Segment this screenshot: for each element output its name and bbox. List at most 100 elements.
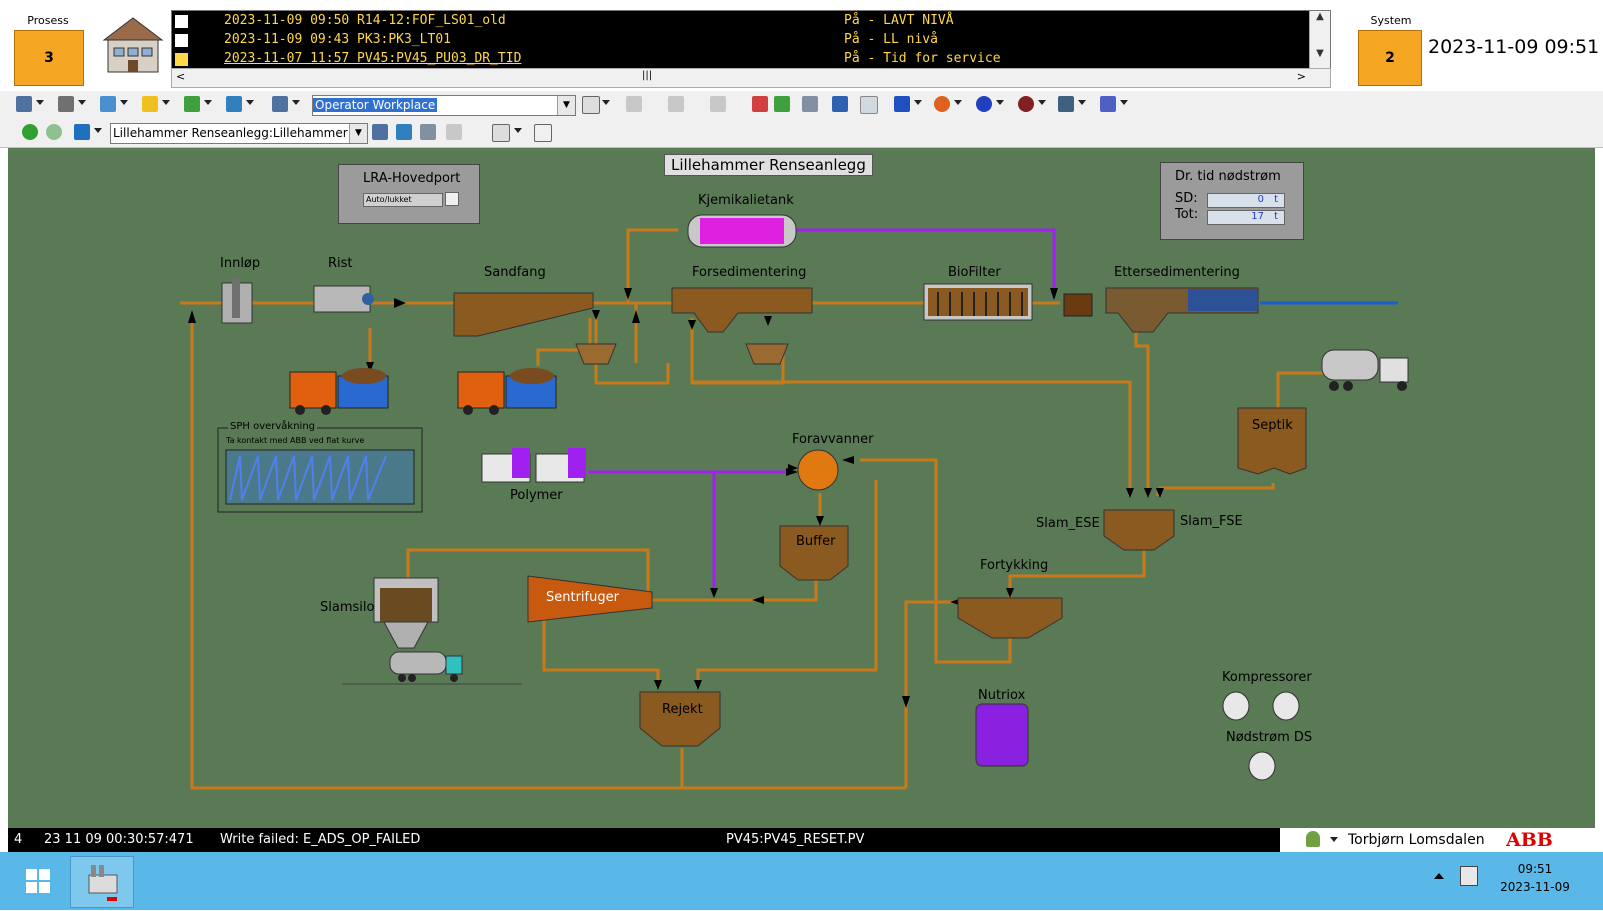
system-count-button[interactable]: 2 — [1358, 30, 1422, 86]
polymer-label[interactable]: Polymer — [510, 488, 563, 503]
alarm-icon[interactable] — [142, 96, 158, 112]
kompressorer-label[interactable]: Kompressorer — [1222, 670, 1312, 685]
navigate-icon[interactable] — [372, 124, 388, 140]
scroll-track[interactable] — [1310, 30, 1330, 48]
chevron-down-icon[interactable]: ▼ — [349, 124, 367, 143]
slamsilo-label[interactable]: Slamsilo — [320, 600, 374, 615]
chevron-down-icon[interactable]: ▼ — [557, 96, 575, 115]
scroll-down-icon[interactable]: ▼ — [1310, 48, 1330, 67]
septik-label[interactable]: Septik — [1252, 418, 1293, 433]
scroll-thumb[interactable]: ||| — [642, 70, 652, 81]
process-graphic: Lillehammer Renseanlegg LRA-Hovedport Au… — [8, 148, 1595, 828]
scroll-right-icon[interactable]: > — [1297, 70, 1306, 83]
alarm-list[interactable]: 2023-11-09 09:50 R14-12:FOF_LS01_old På … — [171, 10, 1331, 70]
rist-label[interactable]: Rist — [328, 256, 353, 271]
display-icon[interactable] — [16, 96, 32, 112]
alarm-state: På - Tid for service — [844, 51, 1001, 66]
sandfang-label[interactable]: Sandfang — [484, 265, 546, 280]
taskbar-app-button[interactable] — [70, 856, 134, 908]
circle-blue-icon[interactable] — [976, 96, 992, 112]
network-icon[interactable] — [1100, 96, 1116, 112]
alarm-ack-checkbox[interactable] — [174, 52, 189, 67]
abb-logo: ABB — [1506, 829, 1553, 851]
close-window-icon[interactable] — [832, 96, 848, 112]
alarm-state: På - LAVT NIVÅ — [844, 13, 954, 28]
print-icon[interactable] — [420, 124, 436, 140]
chevron-down-icon[interactable] — [1330, 837, 1338, 842]
user-name[interactable]: Torbjørn Lomsdalen — [1348, 832, 1485, 848]
pump-shape-icon[interactable] — [934, 96, 950, 112]
triangle-shape-icon[interactable] — [894, 96, 910, 112]
print-icon[interactable] — [802, 96, 818, 112]
alarm-row[interactable]: 2023-11-09 09:43 PK3:PK3_LT01 På - LL ni… — [172, 30, 1312, 50]
alarm-band: Prosess 3 2023-11-09 09:50 R14-12:FOF_LS… — [0, 0, 1603, 91]
ettersedimentering-label[interactable]: Ettersedimentering — [1114, 265, 1240, 280]
tools-icon[interactable] — [226, 96, 242, 112]
sd-unit: t — [1274, 194, 1278, 205]
tray-time: 09:51 — [1517, 862, 1553, 876]
slam-ese-label[interactable]: Slam_ESE — [1036, 516, 1100, 531]
object-icon[interactable] — [74, 124, 90, 140]
workplace-combo[interactable]: Operator Workplace ▼ — [312, 95, 576, 116]
user-icon[interactable] — [1306, 831, 1320, 847]
user-bar: Torbjørn Lomsdalen ABB — [1280, 828, 1603, 852]
forward-arrow-icon[interactable] — [46, 124, 62, 140]
trend-icon[interactable] — [100, 96, 116, 112]
sph-title: SPH overvåkning — [228, 421, 318, 432]
kjemikalietank-label[interactable]: Kjemikalietank — [698, 193, 794, 208]
tag-value-icon[interactable] — [492, 124, 510, 142]
tray-clock[interactable]: 09:51 2023-11-09 — [1480, 860, 1590, 896]
event-list-icon[interactable] — [752, 96, 768, 112]
slam-fse-label[interactable]: Slam_FSE — [1180, 514, 1243, 529]
sd-label: SD: — [1175, 191, 1198, 206]
gate-panel[interactable]: LRA-Hovedport Auto/lukket — [338, 164, 480, 224]
rejekt-label[interactable]: Rejekt — [662, 702, 703, 717]
speaker-muted-icon[interactable] — [1460, 866, 1478, 886]
circle-red-icon[interactable] — [1018, 96, 1034, 112]
gate-status: Auto/lukket — [363, 193, 443, 207]
biofilter-label[interactable]: BioFilter — [948, 265, 1001, 280]
tray-expand-icon[interactable] — [1434, 873, 1444, 879]
gate-toggle-button[interactable] — [445, 192, 459, 206]
panel-icon[interactable] — [1058, 96, 1074, 112]
alarm-ack-checkbox[interactable] — [174, 14, 189, 29]
nodstrom-ds-label[interactable]: Nødstrøm DS — [1226, 730, 1312, 745]
system-list-icon[interactable] — [774, 96, 790, 112]
status-tag: PV45:PV45_RESET.PV — [726, 832, 865, 847]
alarm-hscrollbar[interactable]: < ||| > — [171, 68, 1331, 88]
document-icon[interactable] — [58, 96, 74, 112]
back-arrow-icon[interactable] — [22, 124, 38, 140]
nutriox-label[interactable]: Nutriox — [978, 688, 1025, 703]
alarm-row[interactable]: 2023-11-07 11:57 PV45:PV45_PU03_DR_TID P… — [172, 49, 1312, 69]
plant-building-icon[interactable] — [100, 12, 166, 76]
tray-date: 2023-11-09 — [1500, 880, 1570, 894]
buffer-label[interactable]: Buffer — [796, 534, 835, 549]
workplace-icon[interactable] — [272, 96, 288, 112]
alarm-ack-checkbox[interactable] — [174, 33, 189, 48]
innlop-label[interactable]: Innløp — [220, 256, 260, 271]
navigation-toolbar: Lillehammer Renseanlegg:Lillehammer Ren … — [0, 119, 1603, 148]
backup-panel-title: Dr. tid nødstrøm — [1175, 169, 1281, 184]
document-icon[interactable] — [534, 124, 552, 142]
fortykking-label[interactable]: Fortykking — [980, 558, 1048, 573]
tot-value: 17 — [1251, 211, 1264, 222]
process-diagram — [180, 214, 1409, 790]
scroll-up-icon[interactable]: ▲ — [1310, 11, 1330, 30]
sentrifuger-label[interactable]: Sentrifuger — [546, 590, 619, 605]
tag-value-icon[interactable] — [582, 96, 600, 114]
list-icon[interactable] — [184, 96, 200, 112]
windows-start-button[interactable] — [10, 860, 66, 902]
disabled-icon — [446, 124, 462, 140]
forsedimentering-label[interactable]: Forsedimentering — [692, 265, 806, 280]
alarm-time: 2023-11-09 09:50 R14-12:FOF_LS01_old — [224, 13, 506, 28]
path-combo[interactable]: Lillehammer Renseanlegg:Lillehammer Ren … — [110, 123, 368, 144]
clock: 2023-11-09 09:51 — [1428, 36, 1600, 58]
alarm-vscrollbar[interactable]: ▲ ▼ — [1309, 11, 1330, 69]
window-icon[interactable] — [860, 96, 878, 114]
alarm-row[interactable]: 2023-11-09 09:50 R14-12:FOF_LS01_old På … — [172, 11, 1312, 31]
tools-icon[interactable] — [396, 124, 412, 140]
process-title[interactable]: Lillehammer Renseanlegg — [664, 154, 873, 176]
scroll-left-icon[interactable]: < — [176, 70, 185, 83]
foravvanner-label[interactable]: Foravvanner — [792, 432, 873, 447]
process-count-button[interactable]: 3 — [14, 30, 84, 86]
